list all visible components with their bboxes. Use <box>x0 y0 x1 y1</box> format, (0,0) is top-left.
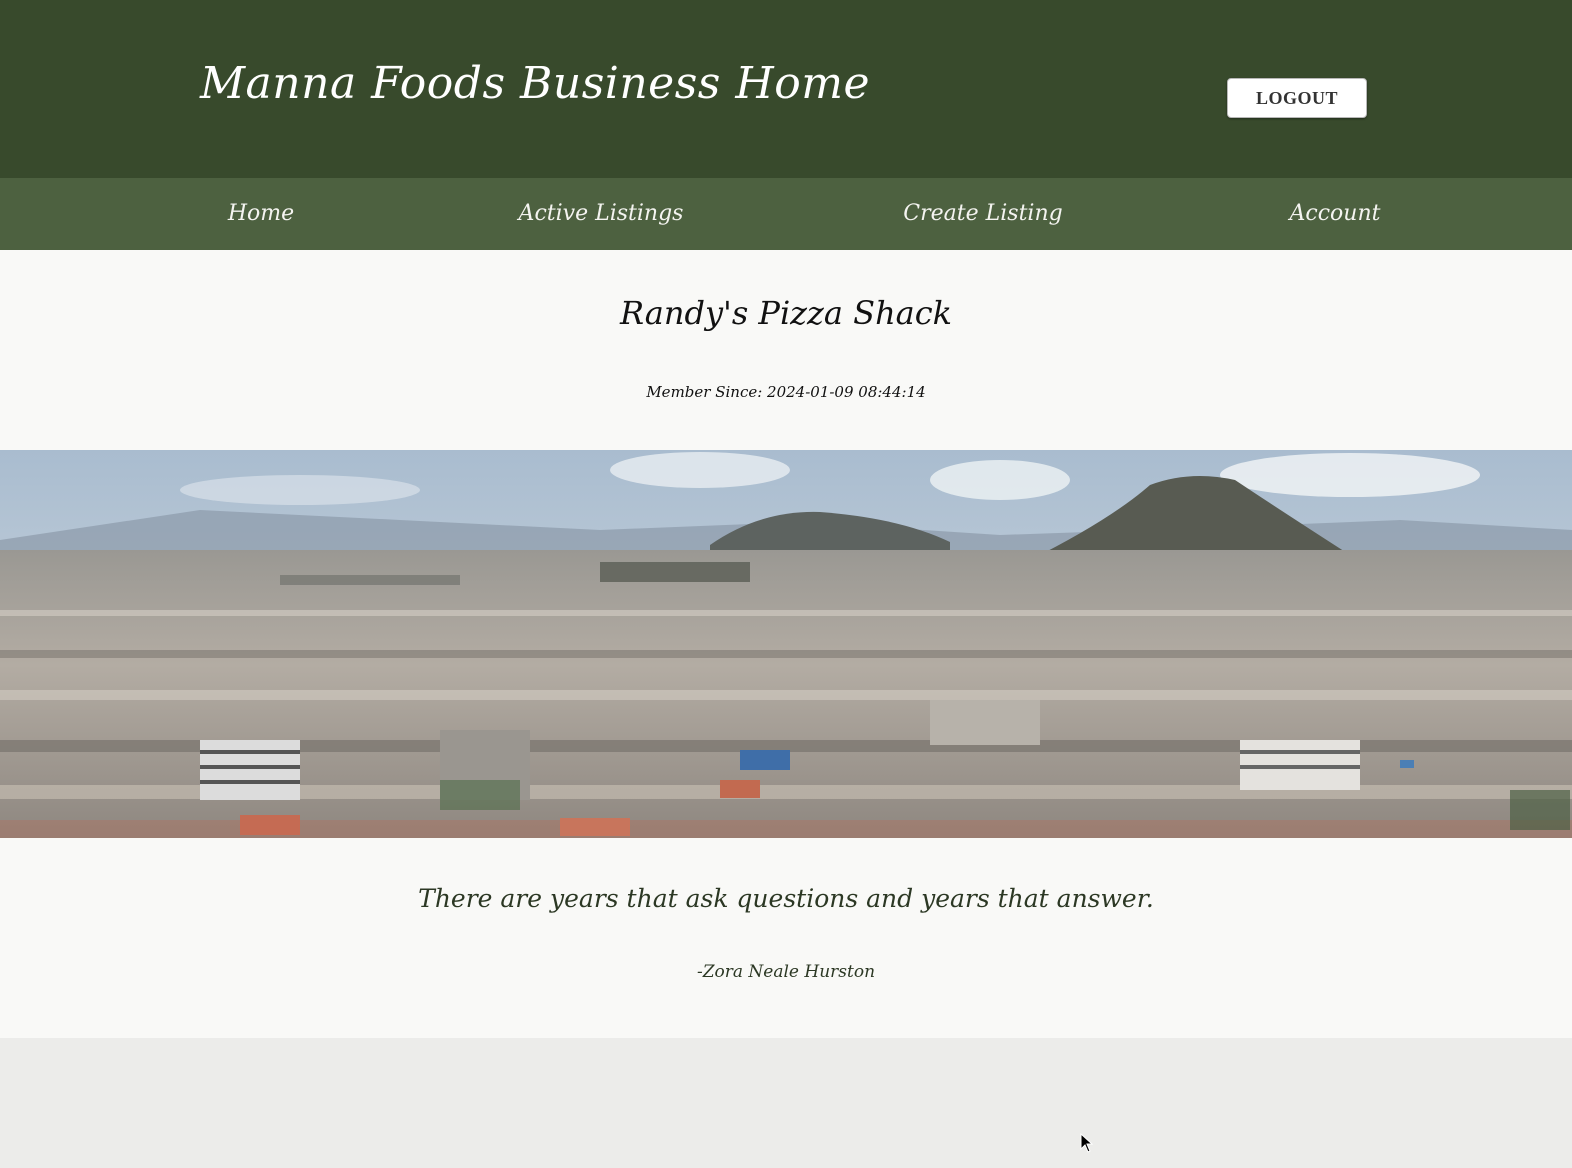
nav-item-home[interactable]: Home <box>228 178 294 250</box>
member-since: Member Since: 2024-01-09 08:44:14 <box>646 383 926 401</box>
page-footer <box>0 1038 1572 1168</box>
quote-author: -Zora Neale Hurston <box>696 962 876 982</box>
main-nav: Home Active Listings Create Listing Acco… <box>0 178 1572 250</box>
nav-item-account[interactable]: Account <box>1290 178 1381 250</box>
logout-button[interactable]: LOGOUT <box>1227 78 1367 118</box>
nav-item-create-listing[interactable]: Create Listing <box>903 178 1062 250</box>
main-content: Randy's Pizza Shack Member Since: 2024-0… <box>0 250 1572 1038</box>
nav-item-active-listings[interactable]: Active Listings <box>519 178 684 250</box>
mouse-cursor-icon <box>1080 1133 1094 1153</box>
business-name: Randy's Pizza Shack <box>619 294 953 332</box>
quote-text: There are years that ask questions and y… <box>418 884 1154 913</box>
site-title: Manna Foods Business Home <box>200 58 870 109</box>
city-banner-image <box>0 450 1572 838</box>
site-header: Manna Foods Business Home LOGOUT <box>0 0 1572 178</box>
